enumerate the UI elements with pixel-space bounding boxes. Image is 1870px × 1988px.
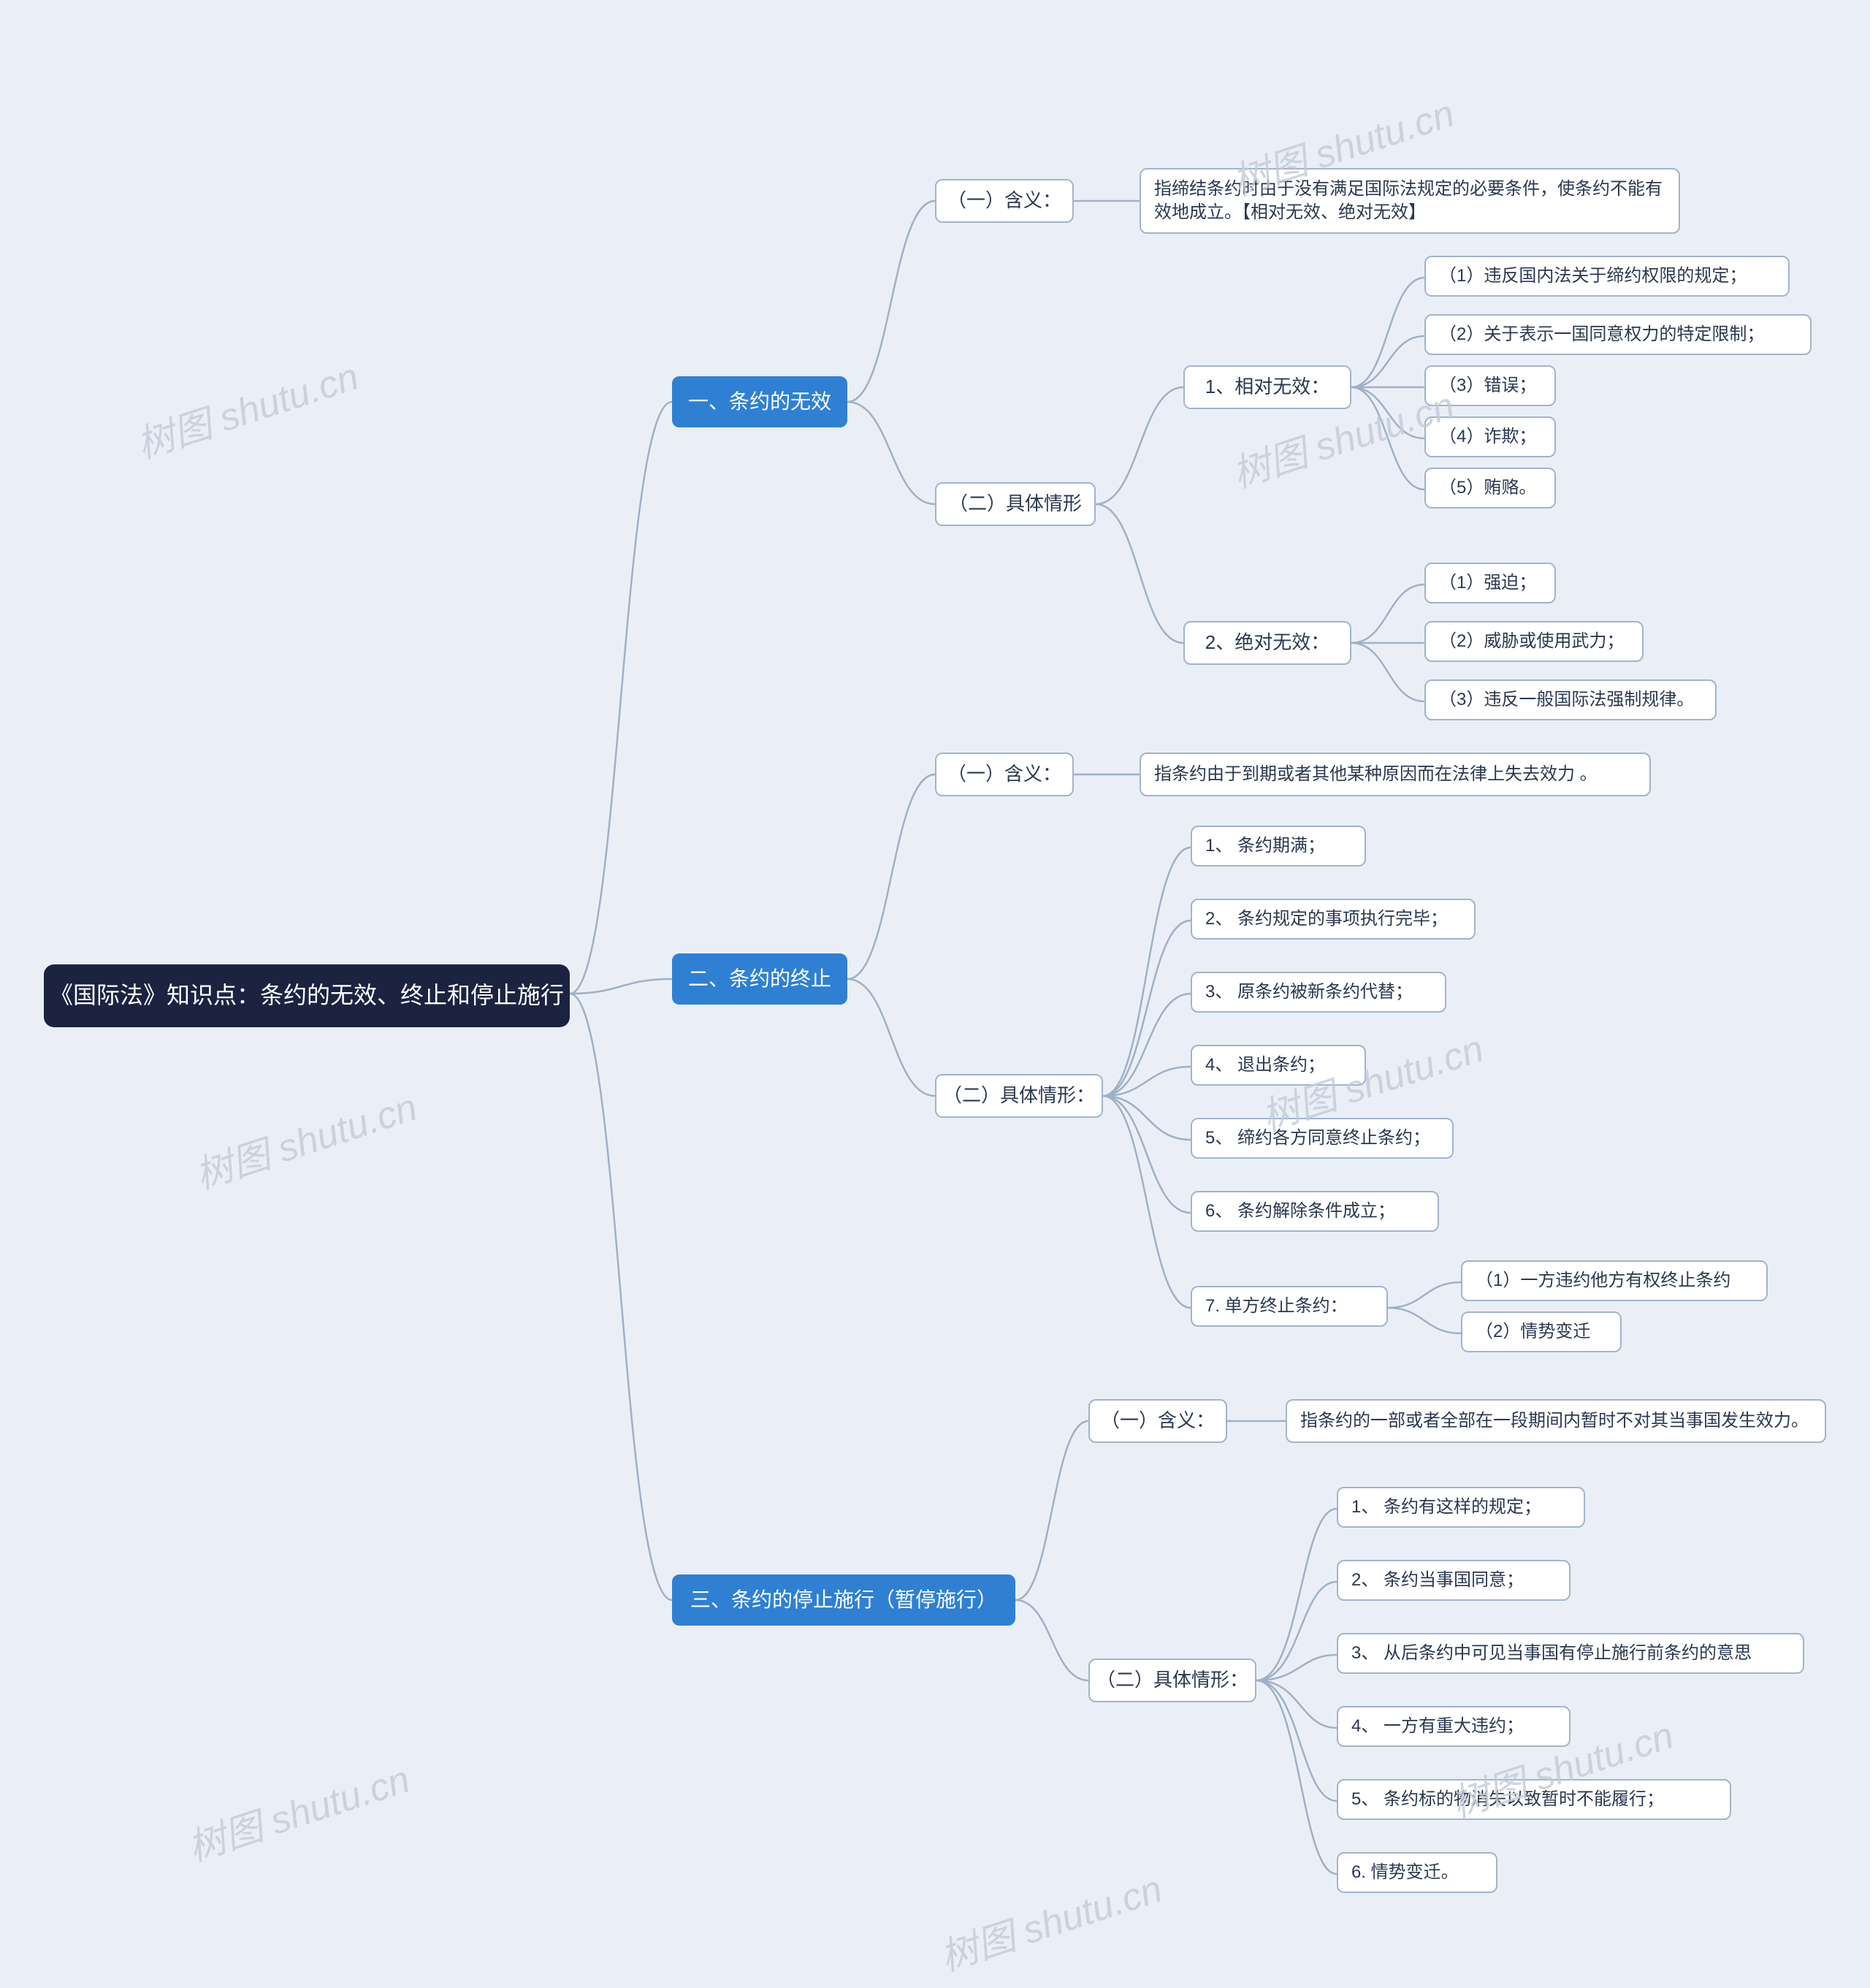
b3-case-1[interactable]: 1、 条约有这样的规定； <box>1337 1487 1585 1528</box>
branch-1-label: 一、条约的无效 <box>688 388 831 416</box>
b1-meaning[interactable]: （一）含义： <box>935 179 1074 223</box>
b1-rel-5[interactable]: （5）贿赂。 <box>1424 468 1556 509</box>
root-node[interactable]: 《国际法》知识点：条约的无效、终止和停止施行 <box>44 964 570 1027</box>
b2-case-1[interactable]: 1、 条约期满； <box>1191 826 1366 867</box>
b1-rel-2[interactable]: （2）关于表示一国同意权力的特定限制； <box>1424 314 1812 355</box>
b1-rel-4[interactable]: （4）诈欺； <box>1424 416 1556 457</box>
b3-meaning-text[interactable]: 指条约的一部或者全部在一段期间内暂时不对其当事国发生效力。 <box>1286 1399 1826 1443</box>
b3-case-3-label: 3、 从后条约中可见当事国有停止施行前条约的意思 <box>1351 1642 1752 1665</box>
b2-case-2-label: 2、 条约规定的事项执行完毕； <box>1205 907 1448 931</box>
branch-1[interactable]: 一、条约的无效 <box>672 376 847 427</box>
mindmap-canvas: 《国际法》知识点：条约的无效、终止和停止施行 一、条约的无效 二、条约的终止 三… <box>0 0 1870 1988</box>
b3-meaning[interactable]: （一）含义： <box>1088 1399 1227 1443</box>
root-label: 《国际法》知识点：条约的无效、终止和停止施行 <box>50 980 564 1011</box>
b3-case-4[interactable]: 4、 一方有重大违约； <box>1337 1706 1571 1747</box>
b2-cases-label: （二）具体情形： <box>943 1083 1095 1108</box>
b2-case-4[interactable]: 4、 退出条约； <box>1191 1045 1366 1086</box>
b1-abs-1-label: （1）强迫； <box>1439 571 1536 595</box>
b2-case-7-label: 7. 单方终止条约： <box>1205 1295 1348 1318</box>
b3-case-5-label: 5、 条约标的物消失以致暂时不能履行； <box>1351 1788 1664 1811</box>
b2-case-7-1[interactable]: （1）一方违约他方有权终止条约 <box>1461 1260 1768 1301</box>
b1-rel-5-label: （5）贿赂。 <box>1439 476 1536 500</box>
b1-absolute[interactable]: 2、绝对无效： <box>1183 621 1351 665</box>
b3-case-4-label: 4、 一方有重大违约； <box>1351 1715 1524 1738</box>
b3-meaning-label: （一）含义： <box>1101 1408 1215 1433</box>
b1-absolute-label: 2、绝对无效： <box>1205 630 1329 655</box>
b3-case-2-label: 2、 条约当事国同意； <box>1351 1569 1524 1592</box>
b1-abs-1[interactable]: （1）强迫； <box>1424 563 1556 603</box>
b2-case-7-1-label: （1）一方违约他方有权终止条约 <box>1476 1269 1730 1292</box>
b1-rel-3-label: （3）错误； <box>1439 374 1536 397</box>
b1-cases-label: （二）具体情形 <box>949 491 1082 517</box>
b3-case-6-label: 6. 情势变迁。 <box>1351 1861 1459 1884</box>
b3-cases-label: （二）具体情形： <box>1096 1667 1248 1693</box>
b1-meaning-text-label: 指缔结条约时由于没有满足国际法规定的必要条件，使条约不能有效地成立。【相对无效、… <box>1154 178 1665 225</box>
b3-case-1-label: 1、 条约有这样的规定； <box>1351 1496 1541 1519</box>
branch-2[interactable]: 二、条约的终止 <box>672 953 847 1005</box>
b1-rel-2-label: （2）关于表示一国同意权力的特定限制； <box>1439 323 1764 346</box>
b2-meaning-text-label: 指条约由于到期或者其他某种原因而在法律上失去效力 。 <box>1154 763 1598 786</box>
b2-case-3-label: 3、 原条约被新条约代替； <box>1205 980 1413 1004</box>
b1-cases[interactable]: （二）具体情形 <box>935 482 1096 526</box>
b2-case-7[interactable]: 7. 单方终止条约： <box>1191 1286 1388 1327</box>
b2-meaning-label: （一）含义： <box>947 761 1061 787</box>
b3-case-2[interactable]: 2、 条约当事国同意； <box>1337 1560 1571 1601</box>
b1-rel-4-label: （4）诈欺； <box>1439 425 1536 449</box>
b1-relative[interactable]: 1、相对无效： <box>1183 365 1351 409</box>
b1-relative-label: 1、相对无效： <box>1205 374 1329 400</box>
b3-case-3[interactable]: 3、 从后条约中可见当事国有停止施行前条约的意思 <box>1337 1633 1804 1674</box>
b3-case-5[interactable]: 5、 条约标的物消失以致暂时不能履行； <box>1337 1779 1731 1820</box>
branch-3-label: 三、条约的停止施行（暂停施行） <box>690 1586 997 1614</box>
b1-abs-2[interactable]: （2）威胁或使用武力； <box>1424 621 1644 662</box>
branch-2-label: 二、条约的终止 <box>688 965 831 993</box>
b3-cases[interactable]: （二）具体情形： <box>1088 1658 1256 1702</box>
b1-rel-1-label: （1）违反国内法关于缔约权限的规定； <box>1439 264 1747 288</box>
b2-case-7-2-label: （2）情势变迁 <box>1476 1320 1590 1344</box>
b3-meaning-text-label: 指条约的一部或者全部在一段期间内暂时不对其当事国发生效力。 <box>1300 1409 1809 1433</box>
b2-meaning-text[interactable]: 指条约由于到期或者其他某种原因而在法律上失去效力 。 <box>1140 753 1651 796</box>
b1-rel-1[interactable]: （1）违反国内法关于缔约权限的规定； <box>1424 256 1790 297</box>
b2-case-7-2[interactable]: （2）情势变迁 <box>1461 1311 1622 1352</box>
b2-case-1-label: 1、 条约期满； <box>1205 834 1325 858</box>
b2-case-5[interactable]: 5、 缔约各方同意终止条约； <box>1191 1118 1454 1159</box>
b1-rel-3[interactable]: （3）错误； <box>1424 365 1556 406</box>
b2-case-4-label: 4、 退出条约； <box>1205 1054 1325 1077</box>
b1-abs-3-label: （3）违反一般国际法强制规律。 <box>1439 688 1694 712</box>
branch-3[interactable]: 三、条约的停止施行（暂停施行） <box>672 1574 1015 1626</box>
b2-meaning[interactable]: （一）含义： <box>935 753 1074 796</box>
b2-case-2[interactable]: 2、 条约规定的事项执行完毕； <box>1191 899 1476 940</box>
b3-case-6[interactable]: 6. 情势变迁。 <box>1337 1852 1497 1893</box>
b2-cases[interactable]: （二）具体情形： <box>935 1074 1103 1118</box>
b2-case-6[interactable]: 6、 条约解除条件成立； <box>1191 1191 1439 1232</box>
b2-case-5-label: 5、 缔约各方同意终止条约； <box>1205 1127 1430 1150</box>
b1-meaning-text[interactable]: 指缔结条约时由于没有满足国际法规定的必要条件，使条约不能有效地成立。【相对无效、… <box>1140 168 1680 234</box>
b1-abs-3[interactable]: （3）违反一般国际法强制规律。 <box>1424 679 1717 720</box>
b1-meaning-label: （一）含义： <box>947 188 1061 213</box>
b1-abs-2-label: （2）威胁或使用武力； <box>1439 630 1624 653</box>
b2-case-6-label: 6、 条约解除条件成立； <box>1205 1200 1395 1223</box>
b2-case-3[interactable]: 3、 原条约被新条约代替； <box>1191 972 1446 1013</box>
